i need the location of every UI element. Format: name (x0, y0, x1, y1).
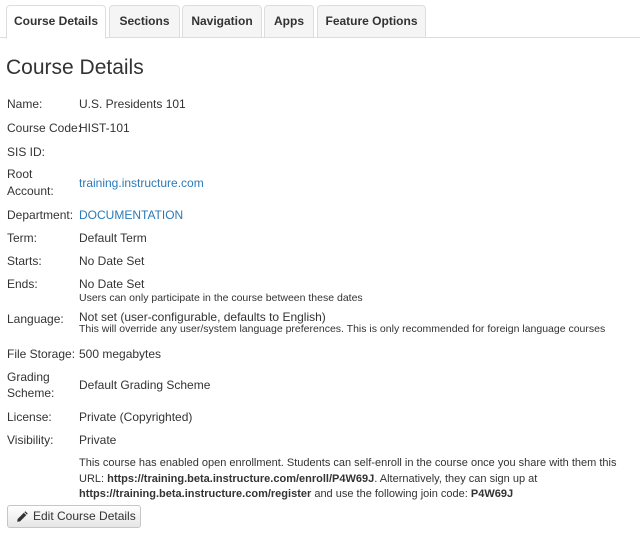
tab-navigation[interactable]: Navigation (182, 5, 262, 38)
sis-id-label: SIS ID: (7, 145, 46, 159)
root-account-label-line1: Root (7, 167, 33, 181)
file-storage-label: File Storage: (7, 347, 76, 361)
department-label: Department: (7, 208, 74, 222)
term-label: Term: (7, 231, 37, 245)
starts-value: No Date Set (79, 254, 145, 268)
pencil-icon (17, 511, 28, 522)
ends-hint: Users can only participate in the course… (79, 292, 363, 304)
license-value: Private (Copyrighted) (79, 410, 193, 424)
enroll-url: https://training.beta.instructure.com/en… (107, 472, 375, 485)
tab-feature-options[interactable]: Feature Options (317, 5, 426, 38)
register-url: https://training.beta.instructure.com/re… (79, 488, 312, 500)
enrollment-text-2: . Alternatively, they can sign up at (374, 472, 538, 485)
visibility-label: Visibility: (7, 433, 54, 447)
file-storage-value: 500 megabytes (79, 347, 162, 361)
term-value: Default Term (79, 231, 147, 245)
grading-scheme-label-line1: Grading (7, 370, 50, 384)
name-label: Name: (7, 97, 43, 111)
enrollment-text-3: and use the following join code: (311, 488, 471, 500)
ends-value: No Date Set (79, 277, 145, 291)
license-label: License: (7, 410, 52, 424)
root-account-link[interactable]: training.instructure.com (79, 176, 204, 190)
language-label: Language: (7, 312, 64, 326)
ends-label: Ends: (7, 277, 38, 291)
edit-course-details-label: Edit Course Details (33, 509, 136, 523)
root-account-label-line2: Account: (7, 184, 54, 198)
tab-sections[interactable]: Sections (109, 5, 180, 38)
department-value: DOCUMENTATION (79, 208, 183, 222)
language-value: Not set (user-configurable, defaults to … (79, 310, 326, 324)
grading-scheme-label-line2: Scheme: (7, 386, 55, 400)
starts-label: Starts: (7, 254, 42, 268)
root-account-value: training.instructure.com (79, 176, 204, 190)
open-enrollment-notice: This course has enabled open enrollment.… (79, 456, 639, 503)
tab-bar: Course Details Sections Navigation Apps … (0, 0, 640, 39)
visibility-value: Private (79, 433, 117, 447)
tab-apps[interactable]: Apps (264, 5, 314, 38)
edit-course-details-button[interactable]: Edit Course Details (7, 505, 141, 528)
tab-course-details[interactable]: Course Details (6, 5, 106, 39)
grading-scheme-value: Default Grading Scheme (79, 378, 211, 392)
language-hint: This will override any user/system langu… (79, 323, 606, 335)
course-code-value: HIST-101 (79, 121, 130, 135)
course-code-label: Course Code: (7, 121, 82, 135)
department-link[interactable]: DOCUMENTATION (79, 208, 183, 222)
join-code: P4W69J (470, 488, 514, 500)
page-title: Course Details (6, 56, 144, 79)
name-value: U.S. Presidents 101 (79, 97, 186, 111)
